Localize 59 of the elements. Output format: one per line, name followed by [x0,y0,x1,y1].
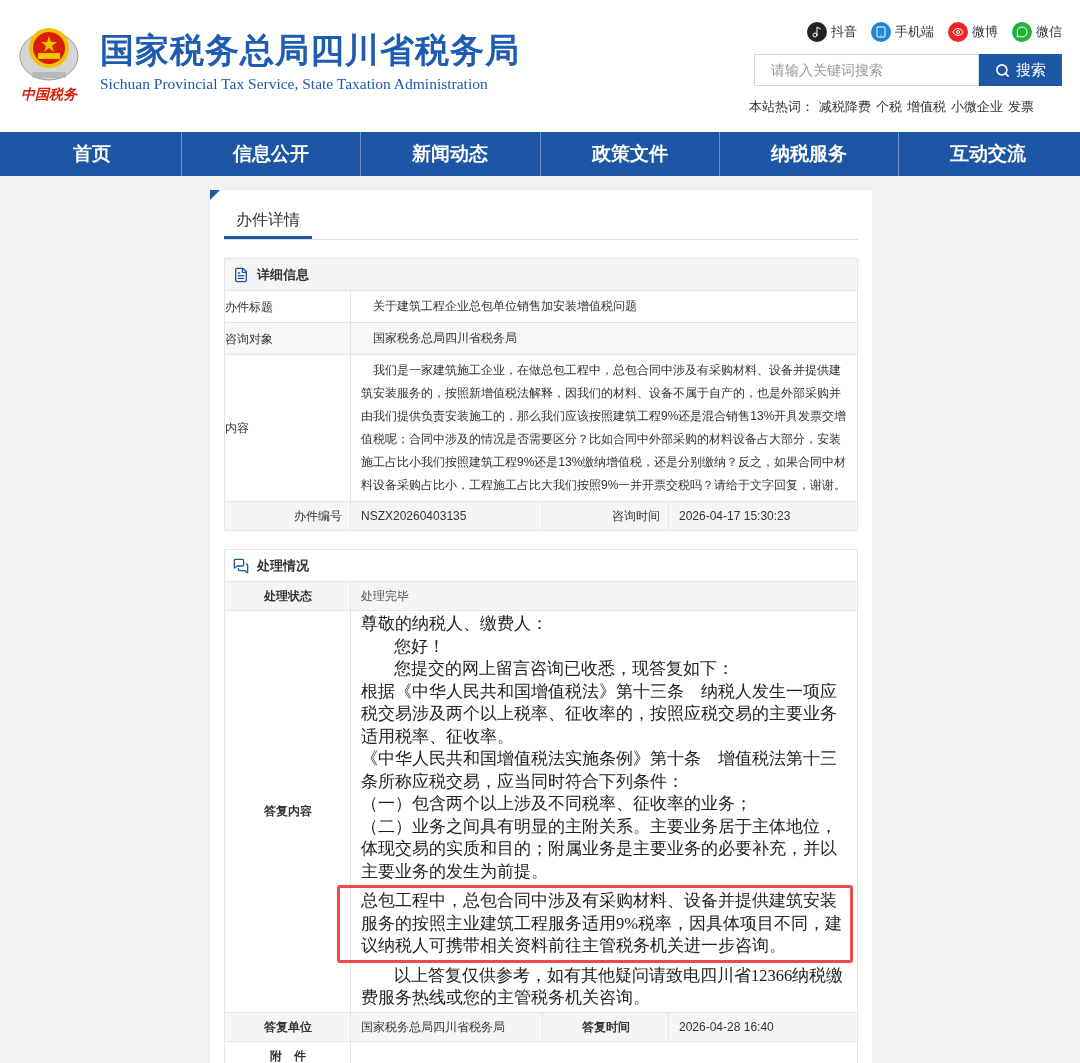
chat-icon [233,557,249,574]
chat-bubble-icon [1012,22,1032,42]
field-label: 处理状态 [263,588,312,605]
social-link[interactable]: 手机端 [871,22,934,42]
field-label: 办件编号 [294,508,342,525]
nav-item[interactable]: 政策文件 [539,132,719,176]
document-icon [233,266,249,283]
search-field[interactable]: 请输入关键词搜索 [754,54,979,86]
field-label: 内容 [225,420,249,437]
reply-paragraph: （一）包含两个以上涉及不同税率、征收率的业务； [361,793,753,815]
highlighted-paragraph: 总包工程中，总包合同中涉及有采购材料、设备并提供建筑安装服务的按照主业建筑工程服务适用9%税率，因具体项目不同，建议纳税人可携带相关资料前往主管税务机关进一步咨询。 [337,885,853,963]
reply-paragraph: （二）业务之间具有明显的主附关系。主要业务居于主体地位，体现交易的实质和目的；附属业务是主要业务的必要补充，并以主要业务的发生为前提。 [361,815,838,883]
reply-paragraph: 根据《中华人民共和国增值税法》第十三条 纳税人发生一项应税交易涉及两个以上税率、征收率的，按照应税交易的主要业务适用税率、征收率。 [361,680,838,748]
field-value: 2026-04-17 15:30:23 [679,508,791,525]
hot-words-label: 本站热词： [749,99,814,116]
field-value: 关于建筑工程企业总包单位销售加安装增值税问题 [372,298,637,315]
field-label: 咨询时间 [612,508,660,525]
search-icon [995,62,1010,78]
field-label: 答复时间 [581,1018,630,1036]
corner-mark-icon [210,190,220,200]
nav-item[interactable]: 互动交流 [897,132,1078,176]
field-value: 2026-04-28 16:40 [679,1018,774,1036]
hot-word-link[interactable]: 减税降费 [819,98,871,117]
reply-paragraph: 您提交的网上留言咨询已收悉，现答复如下： [393,658,735,680]
nav-item[interactable]: 纳税服务 [718,132,898,176]
hot-word-link[interactable]: 个税 [876,98,902,117]
hot-word-link[interactable]: 小微企业 [951,98,1003,117]
reply-paragraph: 以上答复仅供参考，如有其他疑问请致电四川省12366纳税缴费服务热线或您的主管税务机关咨询。 [361,964,845,1009]
eye-icon [948,22,968,42]
site-title: 国家税务总局四川省税务局 [100,30,520,70]
field-value: 国家税务总局四川省税务局 [361,1018,505,1036]
hot-word-link[interactable]: 增值税 [907,98,946,117]
social-link[interactable]: 微博 [948,22,998,42]
social-link[interactable]: 微信 [1012,22,1062,42]
detail-tab[interactable]: 办件详情 [224,204,312,239]
field-label: 附 件 [269,1048,306,1063]
field-value: NSZX20260403135 [361,508,467,525]
section-title: 处理情况 [257,556,309,575]
reply-paragraph: 您好！ [393,635,446,658]
reply-paragraph: 《中华人民共和国增值税法实施条例》第十条 增值税法第十三条所称应税交易，应当同时符合下列条件： [361,748,838,793]
field-label: 咨询对象 [225,330,273,348]
field-label: 答复内容 [263,803,312,821]
tablet-icon [871,22,891,42]
field-label: 答复单位 [263,1018,312,1036]
field-value: 国家税务总局四川省税务局 [372,330,517,347]
nav-item[interactable]: 信息公开 [181,132,361,176]
site-subtitle: Sichuan Provincial Tax Service, State Taxation Administration [100,74,489,94]
field-value: 处理完毕 [361,588,409,605]
reply-paragraph: 尊敬的纳税人、缴费人： [361,613,549,635]
music-note-icon [807,22,827,42]
nav-item[interactable]: 首页 [3,132,182,176]
search-button[interactable]: 搜索 [979,54,1062,86]
section-title: 详细信息 [257,265,309,284]
hot-word-link[interactable]: 发票 [1008,98,1034,117]
nav-item[interactable]: 新闻动态 [360,132,540,176]
field-value: 我们是一家建筑施工企业，在做总包工程中，总包合同中涉及有采购材料、设备并提供建筑安装服务的，按照新增值税法解释，因我们的材料、设备不属于自产的，也是外部采购并由我们提供负责安装施工的，那么我们应该按照建筑工程9%还是混合销售13%开具发票交增值税呢；合同中涉及的情况是否需要区分？比如合同中外部采购的材料设备占大部分，安装施工占比小我们按照建筑工程9%还是13%缴纳增值税，还是分别缴纳？反之，如果合同中材料设备采购占比小，工程施工占比大我们按照9%一并开票交税吗？请给于文字回复，谢谢。 [361,362,847,494]
field-label: 办件标题 [225,298,273,316]
social-link[interactable]: 抖音 [807,22,857,42]
logo-caption: 中国税务 [21,85,77,104]
